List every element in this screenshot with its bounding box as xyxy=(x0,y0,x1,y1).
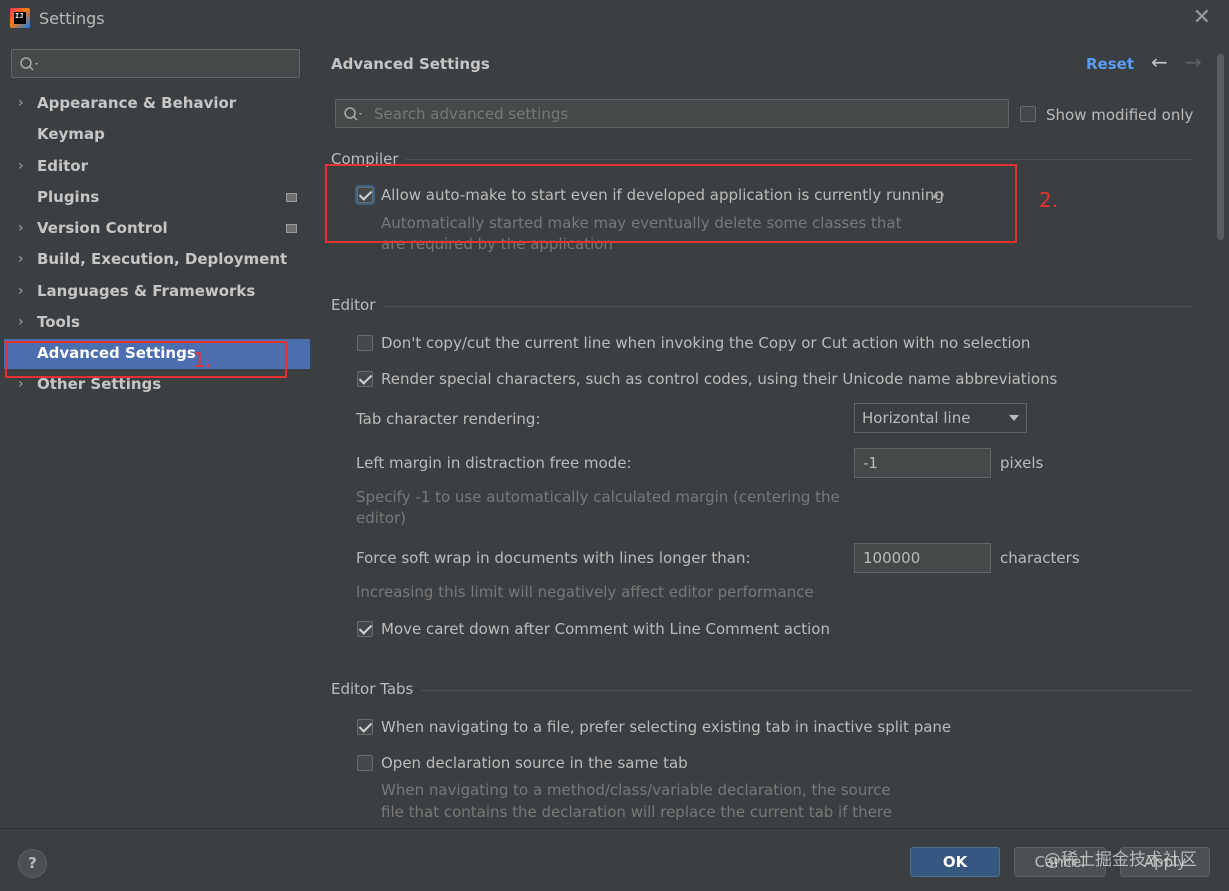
search-placeholder: Search advanced settings xyxy=(374,105,569,123)
open-same-tab-label: Open declaration source in the same tab xyxy=(381,754,688,772)
section-divider xyxy=(421,690,1192,691)
sidebar-item-label: Editor xyxy=(37,157,88,175)
open-same-tab-checkbox[interactable] xyxy=(357,755,373,771)
project-settings-icon xyxy=(286,193,297,202)
sidebar-item-tools[interactable]: › Tools xyxy=(0,308,311,338)
move-caret-label: Move caret down after Comment with Line … xyxy=(381,620,830,638)
left-margin-hint: editor) xyxy=(356,509,406,527)
sidebar-item-version-control[interactable]: › Version Control xyxy=(0,214,311,244)
open-same-tab-hint: When navigating to a method/class/variab… xyxy=(381,781,891,799)
chevron-right-icon: › xyxy=(18,251,24,267)
search-icon xyxy=(344,107,362,121)
left-margin-hint: Specify -1 to use automatically calculat… xyxy=(356,488,840,506)
soft-wrap-hint: Increasing this limit will negatively af… xyxy=(356,583,814,601)
sidebar-item-editor[interactable]: › Editor xyxy=(0,152,311,182)
annotation-box-2 xyxy=(325,164,1017,243)
search-icon xyxy=(20,57,38,71)
project-settings-icon xyxy=(286,224,297,233)
intellij-logo-icon: IJ xyxy=(10,8,30,28)
sidebar-item-label: Version Control xyxy=(37,219,168,237)
title-bar: IJ Settings ✕ xyxy=(0,0,1229,36)
render-special-label: Render special characters, such as contr… xyxy=(381,370,1058,388)
window-title: Settings xyxy=(39,9,105,28)
soft-wrap-input[interactable]: 100000 xyxy=(854,543,991,573)
page-title: Advanced Settings xyxy=(331,55,490,73)
chevron-right-icon: › xyxy=(18,314,24,330)
dialog-footer: ? OK Cancel Apply @稀土掘金技术社区 xyxy=(0,828,1229,891)
ok-button[interactable]: OK xyxy=(910,847,1000,877)
close-icon[interactable]: ✕ xyxy=(1193,7,1211,29)
left-margin-label: Left margin in distraction free mode: xyxy=(356,454,632,472)
chevron-right-icon: › xyxy=(18,95,24,111)
sidebar-item-plugins[interactable]: Plugins xyxy=(0,183,311,213)
soft-wrap-value: 100000 xyxy=(863,549,921,567)
help-button[interactable]: ? xyxy=(18,849,47,878)
annotation-label-1: 1. xyxy=(193,348,213,372)
left-margin-value: -1 xyxy=(863,454,878,472)
forward-arrow-icon[interactable]: → xyxy=(1185,50,1202,74)
sidebar-item-appearance-behavior[interactable]: › Appearance & Behavior xyxy=(0,89,311,119)
tab-rendering-label: Tab character rendering: xyxy=(356,410,541,428)
sidebar-item-label: Plugins xyxy=(37,188,100,206)
no-copy-line-label: Don't copy/cut the current line when inv… xyxy=(381,334,1031,352)
prefer-existing-tab-label: When navigating to a file, prefer select… xyxy=(381,718,952,736)
move-caret-checkbox[interactable] xyxy=(357,621,373,637)
section-title-editor-tabs: Editor Tabs xyxy=(331,680,414,698)
sidebar-item-label: Build, Execution, Deployment xyxy=(37,250,288,268)
chevron-right-icon: › xyxy=(18,158,24,174)
show-modified-checkbox[interactable] xyxy=(1020,106,1036,122)
soft-wrap-unit: characters xyxy=(1000,549,1080,567)
sidebar-item-keymap[interactable]: Keymap xyxy=(0,120,311,150)
sidebar-item-languages-frameworks[interactable]: › Languages & Frameworks xyxy=(0,277,311,307)
annotation-box-1 xyxy=(5,341,287,378)
soft-wrap-label: Force soft wrap in documents with lines … xyxy=(356,549,751,567)
section-divider xyxy=(385,306,1192,307)
sidebar-item-label: Appearance & Behavior xyxy=(37,94,237,112)
main-panel: Advanced Settings Reset ← → Search advan… xyxy=(311,36,1229,828)
render-special-checkbox[interactable] xyxy=(357,371,373,387)
left-margin-input[interactable]: -1 xyxy=(854,448,991,478)
sidebar-item-label: Keymap xyxy=(37,125,105,143)
sidebar-item-label: Languages & Frameworks xyxy=(37,282,256,300)
watermark: @稀土掘金技术社区 xyxy=(1044,850,1197,870)
section-title-editor: Editor xyxy=(331,296,376,314)
chevron-right-icon: › xyxy=(18,283,24,299)
no-copy-line-checkbox[interactable] xyxy=(357,335,373,351)
sidebar-search-input[interactable] xyxy=(11,49,300,78)
advanced-search-input[interactable]: Search advanced settings xyxy=(335,99,1009,128)
sidebar: › Appearance & Behavior Keymap › Editor … xyxy=(0,36,311,828)
scrollbar-thumb[interactable] xyxy=(1217,54,1224,240)
sidebar-item-build-execution-deployment[interactable]: › Build, Execution, Deployment xyxy=(0,245,311,275)
left-margin-unit: pixels xyxy=(1000,454,1044,472)
section-divider xyxy=(406,159,1192,160)
open-same-tab-hint: file that contains the declaration will … xyxy=(381,803,892,821)
chevron-down-icon xyxy=(1009,415,1019,421)
back-arrow-icon[interactable]: ← xyxy=(1151,50,1168,74)
sidebar-item-label: Tools xyxy=(37,313,80,331)
chevron-right-icon: › xyxy=(18,220,24,236)
annotation-label-2: 2. xyxy=(1039,188,1059,212)
tab-rendering-select[interactable]: Horizontal line xyxy=(854,403,1027,433)
prefer-existing-tab-checkbox[interactable] xyxy=(357,719,373,735)
chevron-right-icon: › xyxy=(18,376,24,392)
reset-link[interactable]: Reset xyxy=(1086,55,1134,73)
tab-rendering-value: Horizontal line xyxy=(862,409,971,427)
show-modified-label: Show modified only xyxy=(1046,106,1194,124)
